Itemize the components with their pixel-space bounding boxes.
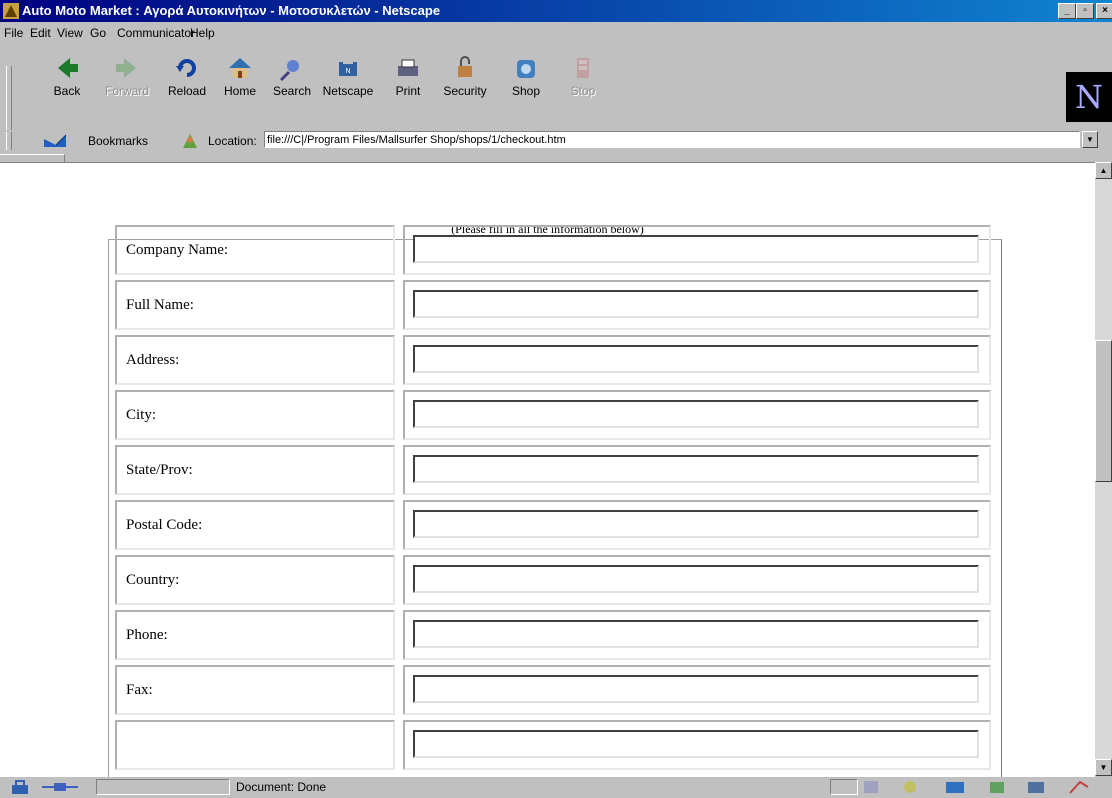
page-proxy-icon[interactable] — [180, 132, 200, 150]
toolbar-collapse-tab[interactable] — [0, 154, 65, 162]
field-cell — [403, 280, 991, 330]
window-title: Auto Moto Market : Αγορά Αυτοκινήτων - Μ… — [22, 3, 441, 18]
minimize-button[interactable]: _ — [1058, 3, 1076, 19]
field-cell-partial — [403, 720, 991, 770]
forward-arrow-icon — [116, 58, 136, 78]
url-dropdown-button[interactable]: ▼ — [1082, 131, 1098, 148]
field-label-partial — [115, 720, 395, 770]
title-bar: Auto Moto Market : Αγορά Αυτοκινήτων - Μ… — [0, 0, 1112, 22]
field-cell — [403, 665, 991, 715]
security-button[interactable]: Security — [435, 46, 495, 120]
scroll-thumb[interactable] — [1095, 340, 1112, 482]
svg-text:N: N — [345, 68, 350, 75]
text-field[interactable] — [413, 620, 979, 648]
home-label: Home — [223, 84, 256, 98]
field-label: State/Prov: — [115, 445, 395, 495]
text-field[interactable] — [413, 290, 979, 318]
bookmarks-icon[interactable] — [42, 133, 68, 149]
search-icon — [279, 60, 299, 82]
vertical-scrollbar[interactable]: ▲ ▼ — [1095, 162, 1112, 776]
reload-button[interactable]: Reload — [157, 46, 217, 120]
menu-go[interactable]: Go — [90, 26, 106, 40]
scroll-up-button[interactable]: ▲ — [1095, 162, 1112, 179]
reload-label: Reload — [167, 84, 207, 98]
back-arrow-icon — [58, 58, 78, 78]
menu-file[interactable]: File — [4, 26, 23, 40]
shop-label: Shop — [511, 84, 541, 98]
field-label: Phone: — [115, 610, 395, 660]
scroll-down-button[interactable]: ▼ — [1095, 759, 1112, 776]
field-cell — [403, 555, 991, 605]
printer-icon — [398, 59, 418, 76]
field-label: Fax: — [115, 665, 395, 715]
security-label: Security — [443, 84, 487, 98]
bookmarks-label[interactable]: Bookmarks — [88, 134, 148, 148]
field-cell — [403, 500, 991, 550]
text-field[interactable] — [413, 235, 979, 263]
text-field[interactable] — [413, 510, 979, 538]
home-icon — [229, 58, 251, 78]
field-cell — [403, 335, 991, 385]
maximize-button[interactable]: ▫ — [1076, 3, 1094, 19]
shop-icon — [517, 60, 535, 78]
field-cell — [403, 445, 991, 495]
field-cell — [403, 225, 991, 275]
text-field[interactable] — [413, 345, 979, 373]
search-button[interactable]: Search — [262, 46, 322, 120]
reload-icon — [176, 59, 196, 77]
netscape-logo[interactable]: N — [1066, 72, 1112, 122]
stop-icon — [577, 58, 589, 78]
location-label: Location: — [208, 134, 257, 148]
field-label: Address: — [115, 335, 395, 385]
back-label: Back — [53, 84, 81, 98]
text-field[interactable] — [413, 675, 979, 703]
field-label: Postal Code: — [115, 500, 395, 550]
status-bar: Document: Done — [0, 776, 1112, 798]
security-status-icon[interactable] — [10, 779, 32, 795]
text-field[interactable] — [413, 400, 979, 428]
menu-help[interactable]: Help — [190, 26, 215, 40]
menu-communicator[interactable]: Communicator — [117, 26, 195, 40]
print-label: Print — [395, 84, 421, 98]
text-field[interactable] — [413, 565, 979, 593]
text-field[interactable] — [413, 455, 979, 483]
page-content: (Please fill in all the information belo… — [0, 162, 1095, 777]
status-text: Document: Done — [236, 780, 327, 794]
field-label: City: — [115, 390, 395, 440]
back-button[interactable]: Back — [37, 46, 97, 120]
progress-box — [96, 779, 230, 795]
field-label: Full Name: — [115, 280, 395, 330]
menu-bar: File Edit View Go Communicator Help — [0, 22, 1112, 44]
netscape-button[interactable]: N Netscape — [318, 46, 378, 120]
menu-view[interactable]: View — [57, 26, 83, 40]
menu-edit[interactable]: Edit — [30, 26, 51, 40]
status-box — [830, 779, 858, 795]
print-button[interactable]: Print — [378, 46, 438, 120]
location-grip[interactable] — [6, 132, 12, 150]
netscape-icon: N — [339, 58, 357, 76]
field-label: Country: — [115, 555, 395, 605]
field-cell — [403, 390, 991, 440]
home-button[interactable]: Home — [210, 46, 270, 120]
netscape-label: Netscape — [322, 84, 374, 98]
connection-status-icon — [42, 783, 78, 791]
field-cell — [403, 610, 991, 660]
close-button[interactable]: × — [1096, 3, 1112, 19]
url-field[interactable]: file:///C|/Program Files/Mallsurfer Shop… — [264, 131, 1080, 148]
shop-button[interactable]: Shop — [496, 46, 556, 120]
search-label: Search — [272, 84, 312, 98]
field-label: Company Name: — [115, 225, 395, 275]
component-bar[interactable] — [864, 779, 1104, 796]
stop-label: Stop — [570, 84, 596, 98]
forward-label: Forward — [104, 84, 149, 98]
toolbar-grip[interactable] — [6, 66, 12, 130]
forward-button[interactable]: Forward — [97, 46, 157, 120]
stop-button[interactable]: Stop — [553, 46, 613, 120]
navigation-toolbar: Back Forward Reload Home Search N Netscape Prin… — [0, 46, 1112, 130]
text-field-partial[interactable] — [413, 730, 979, 758]
netscape-app-icon — [3, 3, 19, 19]
lock-icon — [458, 56, 472, 77]
